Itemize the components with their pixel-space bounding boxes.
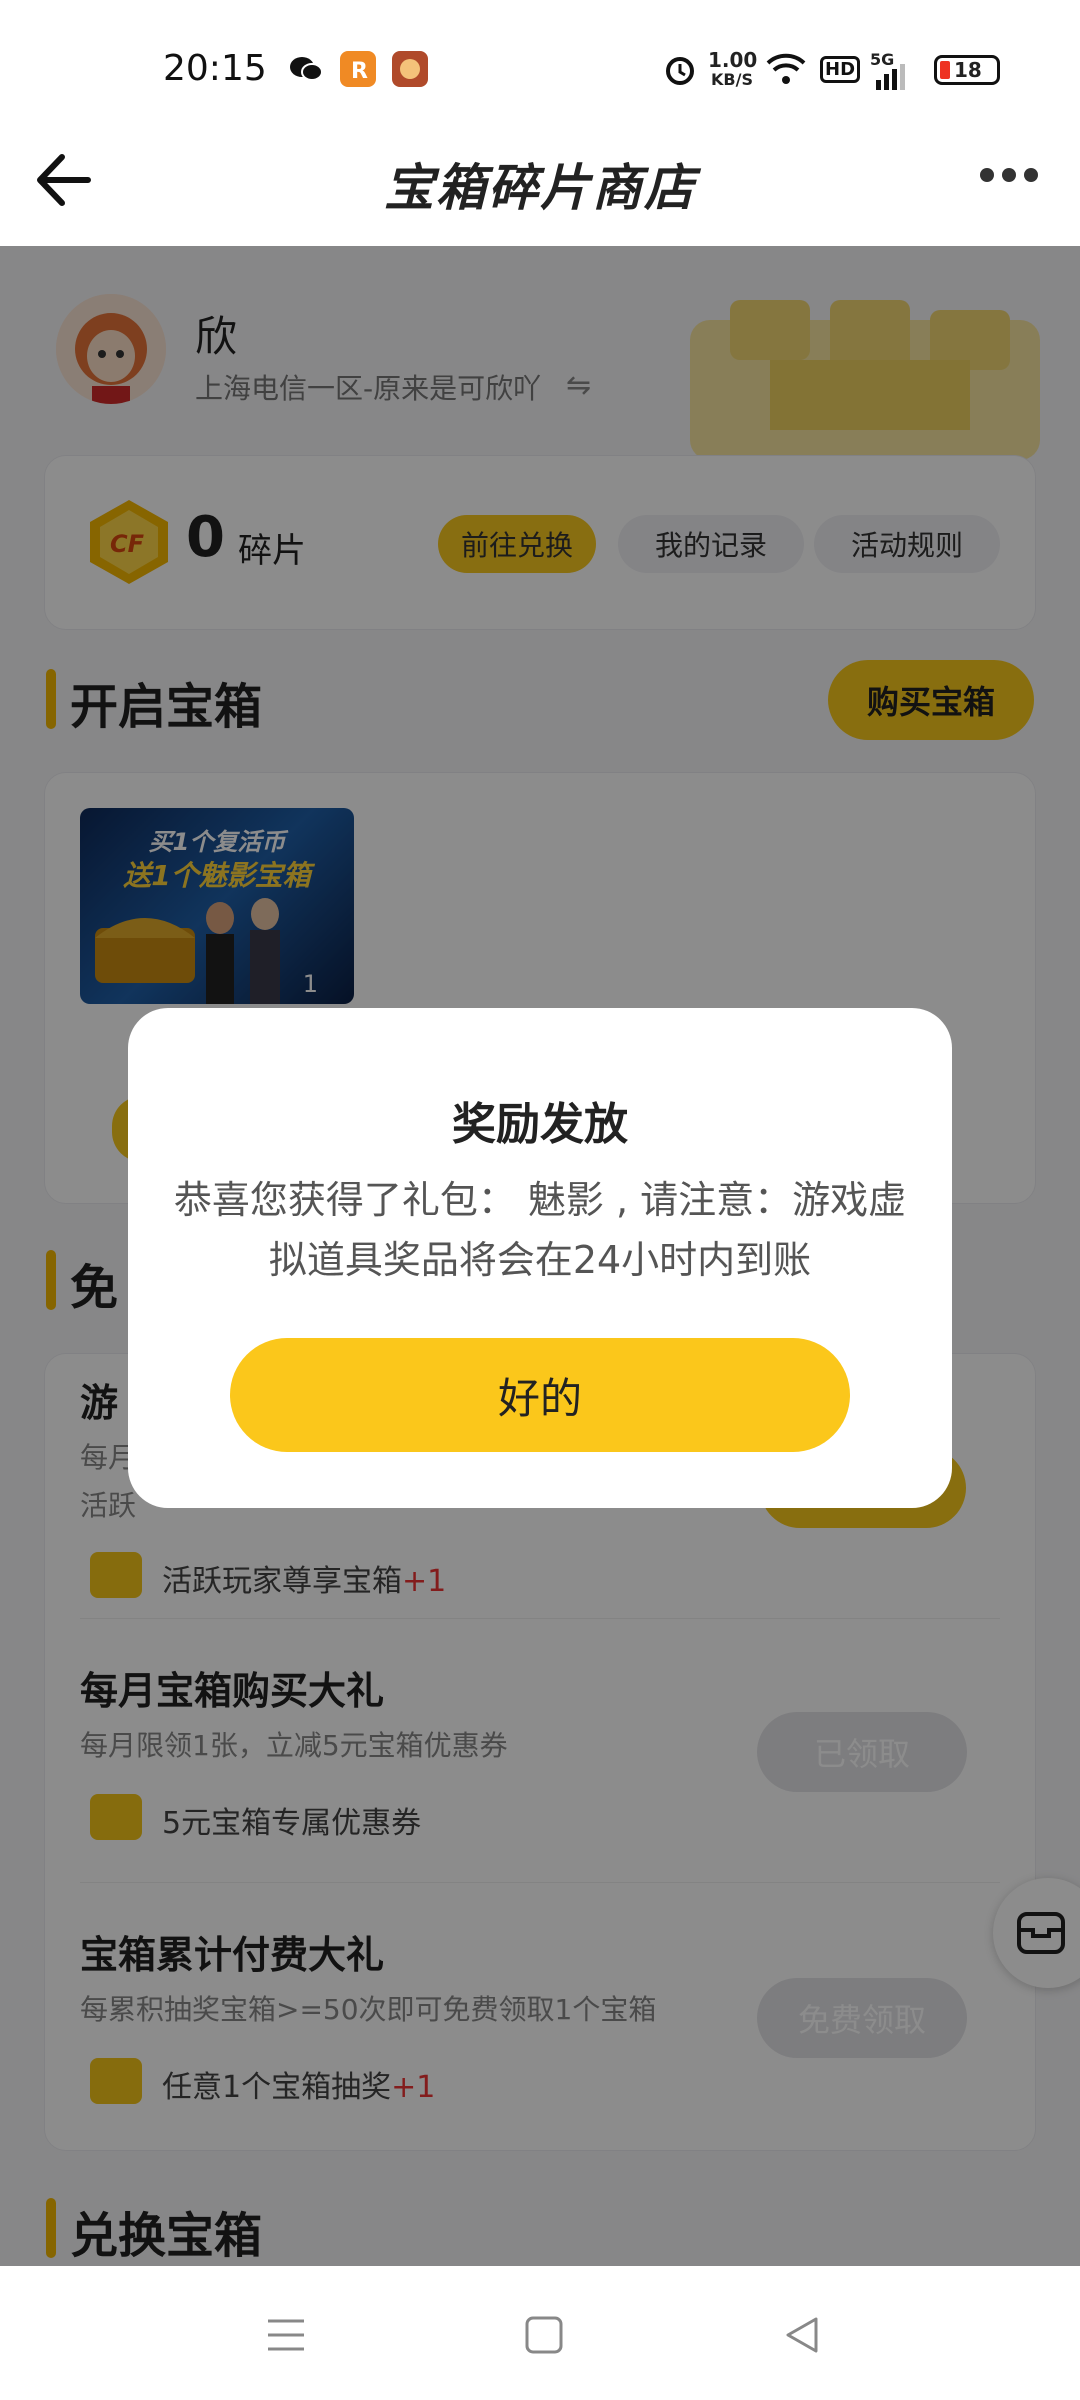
hd-icon: HD	[820, 50, 861, 88]
game-icon	[390, 50, 430, 88]
dialog-title: 奖励发放	[452, 1099, 628, 1150]
page-title: 宝箱碎片商店	[384, 159, 696, 217]
signal-icon: 5G	[870, 50, 910, 90]
home-icon[interactable]	[514, 2310, 574, 2360]
status-bar	[0, 0, 1080, 120]
alarm-icon	[660, 50, 700, 88]
wechat-icon	[286, 50, 326, 88]
battery-icon: 18	[934, 55, 1000, 85]
dialog-message: 恭喜您获得了礼包： 魅影 , 请注意：游戏虚拟道具奖品将会在24小时内到账	[173, 1178, 907, 1282]
more-icon[interactable]	[980, 168, 1038, 182]
status-time: 20:15	[163, 48, 267, 89]
back-nav-icon[interactable]	[772, 2310, 832, 2360]
svg-text:R: R	[351, 59, 368, 84]
ok-button[interactable]: 好的	[230, 1338, 850, 1452]
net-speed: 1.00 KB/S	[708, 48, 758, 90]
battery-level: 18	[954, 58, 982, 82]
menu-icon[interactable]	[256, 2310, 316, 2360]
net-speed-unit: KB/S	[711, 70, 753, 89]
wifi-icon	[764, 50, 808, 88]
app-icon: R	[338, 50, 378, 88]
net-speed-value: 1.00	[708, 48, 758, 72]
